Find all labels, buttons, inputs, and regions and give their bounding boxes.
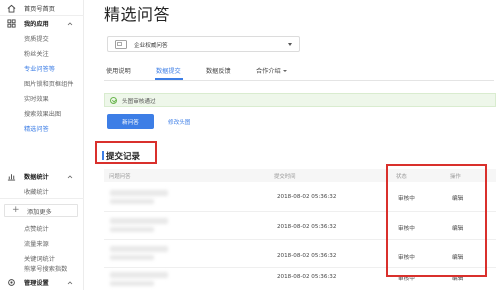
sidebar-item-label: 实时效果	[24, 96, 49, 103]
redacted-question	[110, 281, 154, 286]
new-qa-button[interactable]: 新问答	[107, 114, 154, 129]
row-time: 2018-08-02 05:36:32	[277, 194, 337, 200]
add-more-button[interactable]: + 添加更多	[4, 204, 78, 217]
sidebar-item-label: 熊掌号搜索指数	[24, 266, 68, 273]
row-time: 2018-08-02 05:36:32	[277, 274, 337, 280]
account-selector[interactable]: 企业权威问答	[107, 36, 300, 52]
sidebar-section-label: 我的应用	[24, 21, 49, 28]
edit-header-image-link[interactable]: 修改头图	[168, 118, 190, 126]
check-circle-icon	[110, 97, 117, 104]
sidebar-item-pro-qa[interactable]: 专业问答等	[0, 62, 84, 75]
apps-grid-icon	[6, 19, 16, 29]
sidebar-item-search-effect[interactable]: 搜索效果出图	[0, 107, 84, 120]
sidebar-section-admin[interactable]: 管理设置	[0, 276, 84, 289]
highlight-box-section-title	[95, 141, 157, 164]
sidebar-item-likes-stats[interactable]: 点赞统计	[0, 222, 84, 235]
sidebar-item-label: 搜索效果出图	[24, 111, 62, 118]
row-time: 2018-08-02 05:36:32	[277, 253, 337, 259]
new-qa-button-label: 新问答	[122, 120, 139, 126]
sidebar-item-label: 收藏统计	[24, 189, 49, 196]
redacted-question	[110, 218, 168, 224]
sidebar-item-featured-qa[interactable]: 精选问答	[0, 122, 84, 135]
account-icon	[115, 40, 127, 49]
sidebar-item-label: 资质提交	[24, 36, 49, 43]
column-header-question: 问题问答	[109, 174, 131, 180]
add-more-label: 添加更多	[27, 209, 52, 216]
tab-data-submit[interactable]: 数据提交	[156, 66, 181, 75]
chevron-up-icon	[67, 174, 73, 178]
sidebar-item-label: 精选问答	[24, 126, 49, 133]
chevron-up-icon	[67, 280, 73, 284]
sidebar-item-home[interactable]: 首页号首页	[0, 2, 84, 15]
row-time: 2018-08-02 05:36:32	[277, 224, 337, 230]
sidebar-item-traffic-source[interactable]: 流量来源	[0, 237, 84, 250]
column-header-time: 提交时间	[274, 174, 296, 180]
redacted-question	[110, 272, 168, 278]
sidebar: 首页号首页 我的应用 资质提交 粉丝关注 专业问答等 图片锁和页框组件 实时效果…	[0, 0, 84, 290]
sidebar-item-qualification[interactable]: 资质提交	[0, 32, 84, 45]
chart-icon	[6, 172, 16, 182]
sidebar-item-favorites-stats[interactable]: 收藏统计	[0, 185, 84, 198]
redacted-question	[110, 246, 168, 252]
success-notice: 头图审核通过	[104, 93, 496, 107]
sidebar-section-my-apps[interactable]: 我的应用	[0, 17, 84, 30]
notice-text: 头图审核通过	[122, 99, 156, 105]
sidebar-divider	[0, 198, 84, 199]
sidebar-item-followers[interactable]: 粉丝关注	[0, 47, 84, 60]
gear-icon	[6, 278, 16, 288]
sidebar-item-image-components[interactable]: 图片锁和页框组件	[0, 77, 84, 90]
sidebar-section-label: 管理设置	[24, 280, 49, 287]
highlight-box-status-actions	[386, 164, 487, 277]
sidebar-item-label: 粉丝关注	[24, 51, 49, 58]
redacted-question	[110, 255, 154, 260]
sidebar-item-label: 流量来源	[24, 241, 49, 248]
plus-icon: +	[12, 205, 20, 215]
sidebar-item-realtime[interactable]: 实时效果	[0, 92, 84, 105]
redacted-question	[110, 227, 154, 232]
chevron-up-icon	[67, 21, 73, 25]
sidebar-item-label: 点赞统计	[24, 226, 49, 233]
tab-cooperation-label: 合作介绍	[256, 68, 281, 75]
sidebar-home-label: 首页号首页	[24, 6, 55, 13]
sidebar-section-data-stats[interactable]: 数据统计	[0, 170, 84, 183]
active-tab-indicator	[155, 78, 183, 80]
sidebar-item-label: 图片锁和页框组件	[24, 81, 74, 88]
tab-data-feedback[interactable]: 数据反馈	[206, 66, 231, 75]
account-selector-value: 企业权威问答	[134, 43, 168, 49]
tab-instructions[interactable]: 使用说明	[106, 66, 131, 75]
sidebar-divider	[0, 15, 84, 16]
redacted-question	[110, 199, 154, 204]
sidebar-item-search-index[interactable]: 熊掌号搜索指数	[0, 262, 84, 275]
redacted-question	[110, 190, 168, 196]
chevron-down-icon	[282, 70, 287, 72]
chevron-down-icon	[288, 43, 292, 46]
sidebar-section-label: 数据统计	[24, 174, 49, 181]
tab-cooperation[interactable]: 合作介绍	[256, 66, 287, 75]
sidebar-item-label: 专业问答等	[24, 66, 55, 73]
home-icon	[6, 4, 16, 14]
page-title: 精选问答	[104, 5, 171, 24]
